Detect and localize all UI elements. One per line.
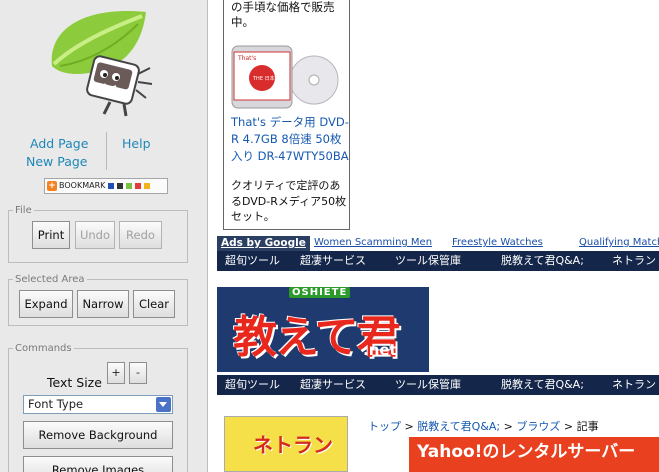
site-nav-main: 超旬ツール 超凄サービス ツール保管庫 脱教えて君Q&A; ネトラン [217,375,659,395]
site-nav-top: 超旬ツール 超凄サービス ツール保管庫 脱教えて君Q&A; ネトラン [217,251,659,271]
ad-link[interactable]: Freestyle Watches [452,237,543,248]
new-page-link[interactable]: New Page [26,154,88,169]
product-title-link[interactable]: That's データ用 DVD-R 4.7GB 8倍速 50枚入り DR-47W… [231,114,349,165]
google-ads-row: Ads by Google Women Scamming Men Freesty… [217,236,659,251]
nav-item[interactable]: ツール保管庫 [395,251,461,271]
add-page-link[interactable]: Add Page [30,136,88,151]
service-icon [117,183,124,189]
remove-images-button[interactable]: Remove Images [23,456,173,472]
breadcrumb-qa[interactable]: 脱教えて君Q&A; [417,420,500,433]
breadcrumb-browser[interactable]: ブラウズ [516,420,560,433]
link-divider [106,132,107,170]
dropdown-arrow-icon[interactable] [156,397,171,412]
nav-item[interactable]: ツール保管庫 [395,375,461,395]
nav-item[interactable]: 脱教えて君Q&A; [501,375,584,395]
ads-by-google-link[interactable]: Ads by Google [217,236,310,251]
help-link[interactable]: Help [122,136,151,151]
nav-item[interactable]: 超旬ツール [225,251,280,271]
ad-top-text: の手頃な価格で販売中。 [231,0,335,29]
service-icon [126,183,133,189]
nav-item[interactable]: 超旬ツール [225,375,280,395]
service-icon [144,183,151,189]
redo-button[interactable]: Redo [119,221,162,249]
breadcrumb-separator: > [560,420,577,433]
magazine-thumbnail[interactable]: ネトラン [224,416,348,472]
page-preview[interactable]: の手頃な価格で販売中。 That's THE 日本君 That's データ用 D… [209,0,659,472]
commands-legend: Commands [15,343,72,354]
undo-button[interactable]: Undo [75,221,115,249]
bookmark-button[interactable]: + BOOKMARK [44,178,168,194]
ad-link[interactable]: Qualifying Match [579,237,659,248]
breadcrumb-current: 記事 [576,420,599,433]
text-size-decrease-button[interactable]: - [129,362,147,384]
print-button[interactable]: Print [32,221,70,249]
yahoo-ad-banner[interactable]: Yahoo!のレンタルサーバー [409,437,659,472]
product-ad[interactable]: の手頃な価格で販売中。 That's THE 日本君 That's データ用 D… [223,0,350,230]
tool-sidebar: Add Page Help New Page + BOOKMARK File P… [0,0,208,472]
expand-button[interactable]: Expand [19,290,73,318]
nav-item[interactable]: ネトラン [612,375,656,395]
text-size-increase-button[interactable]: + [107,362,125,384]
selected-area-legend: Selected Area [15,274,85,285]
leaf-mascot-icon [51,11,153,117]
magazine-title: ネトラン [253,433,333,457]
nav-item[interactable]: ネトラン [612,251,656,271]
nav-item[interactable]: 超凄サービス [300,375,366,395]
site-logo-banner[interactable]: OSHIETE 教えて君 .net [217,287,429,372]
font-type-select[interactable]: Font Type [23,395,173,414]
text-size-label: Text Size [47,375,102,390]
nav-item[interactable]: 超凄サービス [300,251,366,271]
breadcrumb-separator: > [500,420,517,433]
breadcrumb: トップ > 脱教えて君Q&A; > ブラウズ > 記事 [368,418,599,434]
site-logo-net: .net [363,341,397,359]
clear-button[interactable]: Clear [133,290,175,318]
product-description: クオリティで定評のあるDVD-Rメディア50枚セット。 [231,179,347,223]
logo-oshiete-tag: OSHIETE [289,287,351,298]
service-icon [135,183,142,189]
disc-badge: THE 日本君 [252,75,280,82]
file-legend: File [15,205,32,216]
banner-whitespace [429,287,659,372]
remove-background-button[interactable]: Remove Background [23,421,173,449]
bookmark-plus-icon: + [47,181,57,191]
disc-brand: That's [237,55,256,62]
dvd-disc-icon: That's THE 日本君 [231,45,339,109]
narrow-button[interactable]: Narrow [77,290,129,318]
breadcrumb-top[interactable]: トップ [368,420,401,433]
ad-link[interactable]: Women Scamming Men [314,237,432,248]
bookmark-label: BOOKMARK [59,181,106,190]
nav-item[interactable]: 脱教えて君Q&A; [501,251,584,271]
breadcrumb-separator: > [401,420,418,433]
service-icon [108,183,115,189]
font-type-value: Font Type [28,397,84,411]
